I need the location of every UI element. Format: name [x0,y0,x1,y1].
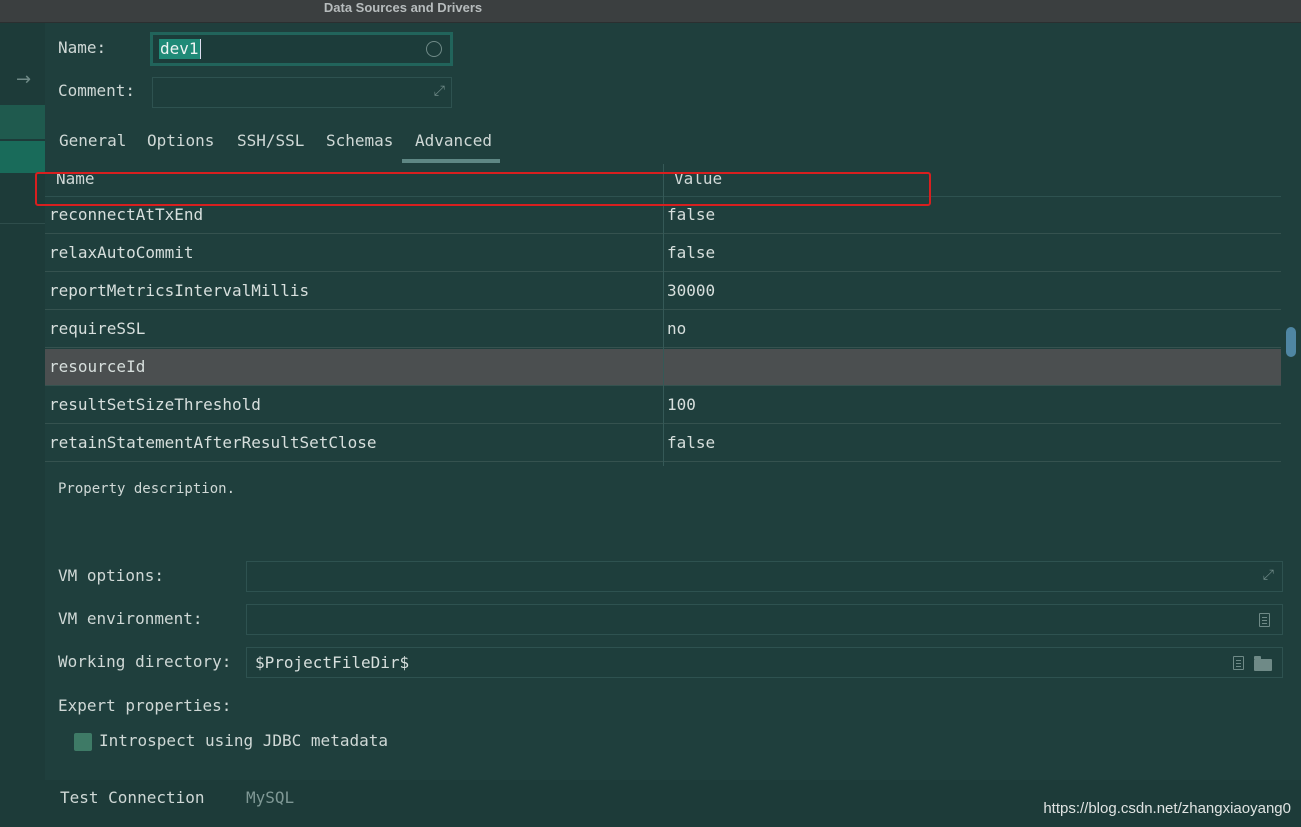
vm-options-label: VM options: [58,566,164,585]
expert-properties-label: Expert properties: [58,696,232,715]
arrow-right-icon[interactable]: → [16,69,31,90]
property-value[interactable]: false [667,433,715,453]
comment-label: Comment: [58,81,136,100]
window-titlebar: Data Sources and Drivers [0,0,1301,23]
property-name: reconnectAtTxEnd [49,205,204,224]
sidebar-item[interactable] [0,105,45,139]
comment-input[interactable]: ⤢ [152,77,452,108]
property-value[interactable]: false [667,205,715,225]
window-title: Data Sources and Drivers [323,0,483,15]
tab-options[interactable]: Options [147,131,214,151]
tab-general[interactable]: General [59,131,126,151]
property-description: Property description. [58,481,236,497]
property-name: resultSetSizeThreshold [49,395,261,414]
working-directory-input[interactable]: $ProjectFileDir$ [246,647,1283,678]
scrollbar-thumb[interactable] [1286,327,1296,357]
folder-icon[interactable] [1254,656,1272,671]
left-sidebar: → [0,23,45,827]
name-label: Name: [58,38,107,57]
property-name: relaxAutoCommit [49,243,194,262]
main-panel: Name: dev1 Comment: ⤢ General Options SS… [35,23,1301,827]
vm-environment-input[interactable] [246,604,1283,635]
tab-advanced[interactable]: Advanced [415,131,492,151]
property-name: resourceId [49,357,146,376]
expand-icon[interactable]: ⤢ [1263,567,1274,583]
working-directory-label: Working directory: [58,652,232,671]
property-name: reportMetricsIntervalMillis [49,281,310,300]
highlight-annotation [35,172,931,206]
vertical-scrollbar[interactable] [1281,164,1301,466]
clear-icon[interactable] [426,41,442,57]
vm-options-input[interactable]: ⤢ [246,561,1283,592]
name-input[interactable]: dev1 [150,32,453,66]
working-directory-value: $ProjectFileDir$ [255,653,410,672]
introspect-label[interactable]: Introspect using JDBC metadata [99,731,388,751]
introspect-checkbox[interactable] [74,733,92,751]
name-input-value: dev1 [159,39,200,59]
property-name: retainStatementAfterResultSetClose [49,433,377,452]
tab-schemas[interactable]: Schemas [326,131,393,151]
column-divider[interactable] [663,164,664,466]
tab-bar: General Options SSH/SSL Schemas Advanced [45,123,1301,165]
property-value[interactable]: 100 [667,395,696,415]
sidebar-divider [0,223,45,224]
driver-link[interactable]: MySQL [246,788,294,808]
sidebar-item-selected[interactable] [0,141,45,173]
expand-icon[interactable]: ⤢ [434,83,445,99]
text-caret [200,39,201,59]
document-icon[interactable] [1233,656,1244,670]
property-name: requireSSL [49,319,146,338]
property-value[interactable]: false [667,243,715,263]
property-value[interactable]: 30000 [667,281,715,301]
document-icon[interactable] [1259,613,1270,627]
tab-selected-indicator [402,159,500,163]
tab-ssh-ssl[interactable]: SSH/SSL [237,131,304,151]
watermark-text: https://blog.csdn.net/zhangxiaoyang0 [1043,800,1291,817]
test-connection-button[interactable]: Test Connection [60,788,205,808]
vm-environment-label: VM environment: [58,609,203,628]
properties-table: Name Value reconnectAtTxEnd false relaxA… [45,164,1281,466]
property-value[interactable]: no [667,319,686,339]
